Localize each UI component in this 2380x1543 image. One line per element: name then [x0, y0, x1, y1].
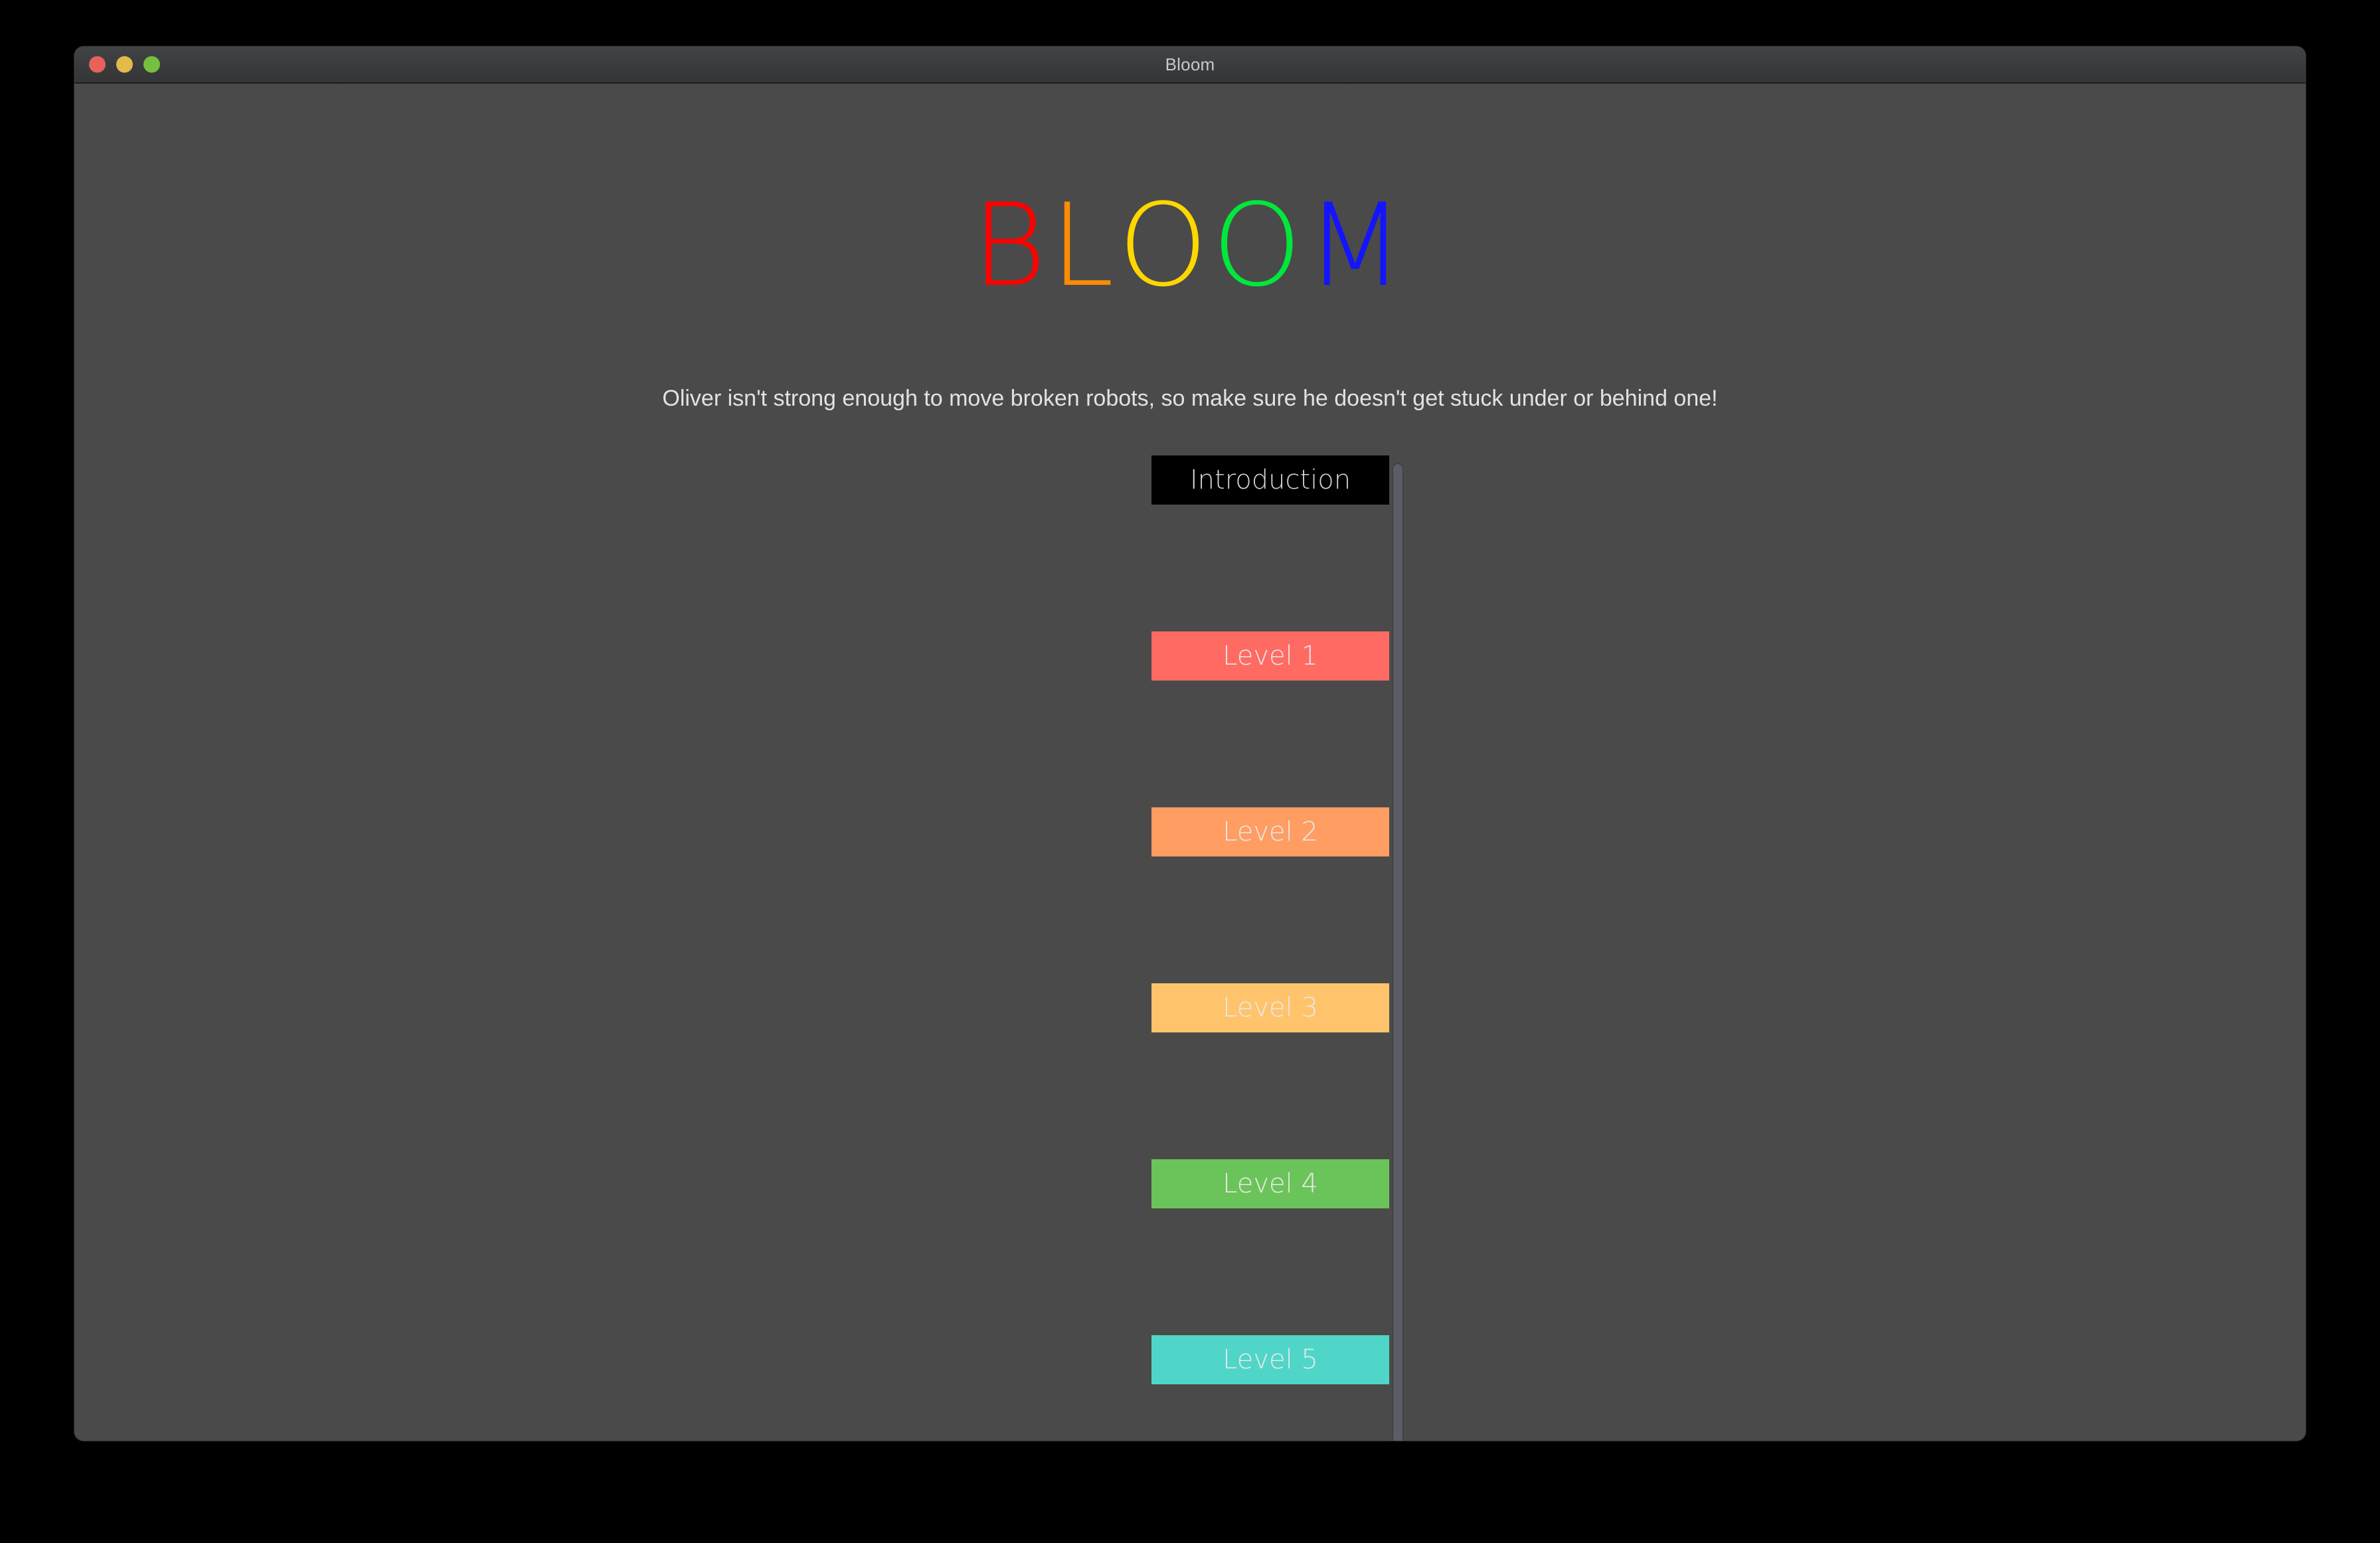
window-title: Bloom: [1165, 54, 1215, 74]
level-button-level-5[interactable]: Level 5: [1151, 1335, 1389, 1384]
bloom-logo: BLOOM: [74, 189, 2306, 303]
level-button-level-1[interactable]: Level 1: [1151, 631, 1389, 681]
zoom-window-button[interactable]: [143, 56, 160, 73]
window-content: BLOOM Oliver isn't strong enough to move…: [74, 84, 2306, 1441]
window-controls: [89, 56, 160, 73]
level-list-viewport: Introduction Level 1 Level 2 Level 3 Level 4…: [1077, 455, 1402, 1441]
logo-letter-l-1: L: [1050, 179, 1118, 312]
level-button-level-4[interactable]: Level 4: [1151, 1159, 1389, 1208]
window-title-bar[interactable]: Bloom: [74, 46, 2306, 84]
level-list: Introduction Level 1 Level 2 Level 3 Level 4…: [1151, 455, 1389, 1441]
level-list-scrollbar-thumb[interactable]: [1393, 463, 1403, 1441]
logo-letter-o-3: O: [1212, 179, 1306, 312]
level-list-scrollbar[interactable]: [1393, 463, 1403, 1441]
level-button-level-2[interactable]: Level 2: [1151, 807, 1389, 856]
logo-letter-b-0: B: [972, 179, 1051, 312]
close-window-button[interactable]: [89, 56, 106, 73]
application-window: Bloom BLOOM Oliver isn't strong enough t…: [74, 46, 2306, 1441]
level-button-level-3[interactable]: Level 3: [1151, 983, 1389, 1032]
logo-letter-o-2: O: [1118, 179, 1213, 312]
logo-letter-m-4: M: [1306, 179, 1408, 312]
level-button-introduction[interactable]: Introduction: [1151, 455, 1389, 505]
level-hint-text: Oliver isn't strong enough to move broke…: [662, 386, 1718, 411]
minimize-window-button[interactable]: [116, 56, 133, 73]
